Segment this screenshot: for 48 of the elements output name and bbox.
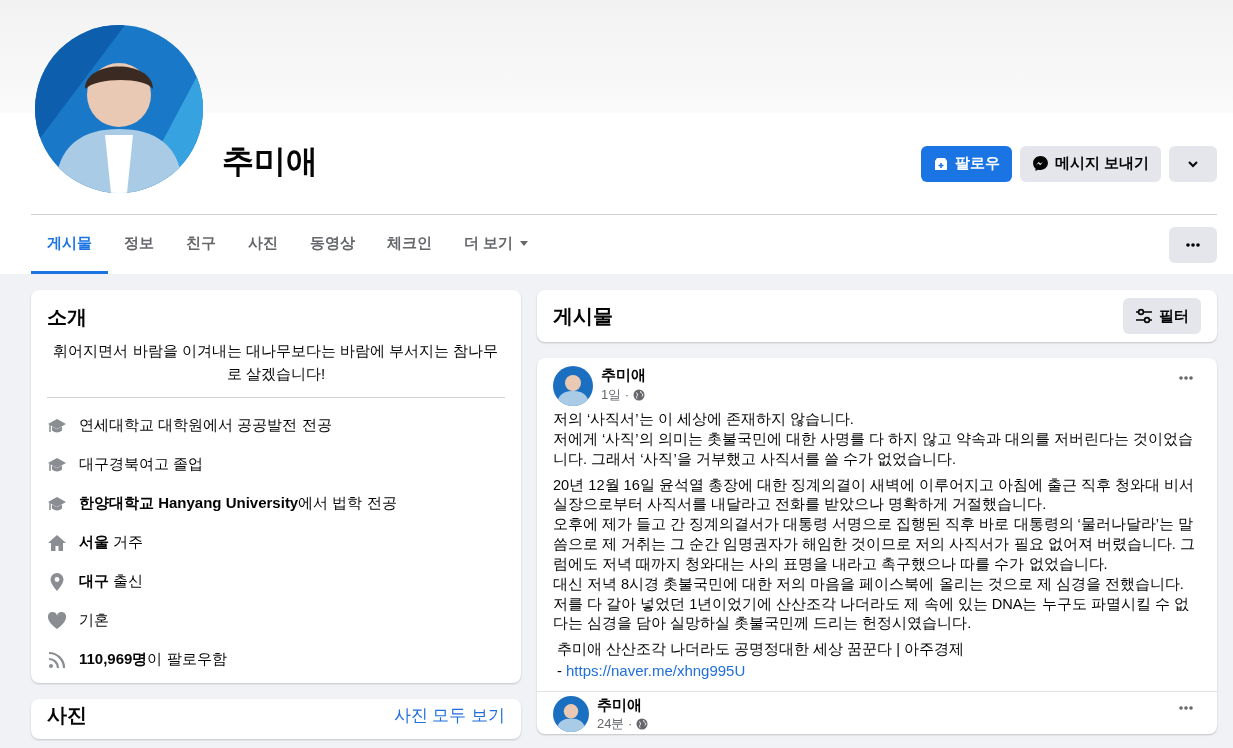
intro-text: 서울 거주 <box>79 532 144 553</box>
profile-tab[interactable]: 체크인 <box>371 215 448 274</box>
intro-text: 대구 출신 <box>79 571 144 592</box>
profile-tab[interactable]: 정보 <box>108 215 170 274</box>
author-name[interactable]: 추미애 <box>601 366 646 385</box>
more-icon <box>1185 242 1201 247</box>
avatar <box>553 366 593 406</box>
filter-icon <box>1135 308 1153 324</box>
heart-icon <box>47 610 67 631</box>
more-button[interactable] <box>1169 226 1217 263</box>
link-prefix: - <box>557 661 562 682</box>
avatar <box>553 695 589 732</box>
follow-icon <box>932 155 949 172</box>
post-time[interactable]: 24분 · <box>597 714 633 734</box>
profile-name: 추미애 <box>222 141 318 181</box>
more-icon <box>1178 705 1194 710</box>
rss-icon <box>47 649 67 670</box>
more-tab[interactable]: 더 보기 <box>448 215 546 274</box>
section-title: 사진 <box>47 703 87 727</box>
bio-text: 휘어지면서 바람을 이겨내는 대나무보다는 바람에 부서지는 참나무로 살겠습니다! <box>47 340 505 398</box>
more-icon <box>1178 376 1194 380</box>
section-title: 게시물 <box>553 304 613 329</box>
home-icon <box>47 532 67 553</box>
intro-text: 한양대학교 Hanyang University에서 법학 전공 <box>79 493 397 514</box>
intro-text: 연세대학교 대학원에서 공공발전 전공 <box>79 415 332 436</box>
post-text: 저의 ‘사직서’는 이 세상에 존재하지 않습니다. 저에게 ‘사직’의 의미는 촛불국민에 대한 사명를 다 하지 않고 약속과 대의를 저버린다는 것이었습니다. 그래서 ‘사직’을 거부했고 사직서를 쓸 수가 없었습니다. <box>553 410 1195 469</box>
messenger-icon <box>1031 155 1049 172</box>
post-link[interactable]: https://naver.me/xhng995U <box>566 660 746 683</box>
profile-tab[interactable]: 게시물 <box>31 215 108 274</box>
link-title: 추미애 산산조각 나더라도 공명정대한 세상 꿈꾼다 | 아주경제 <box>556 640 966 660</box>
section-title: 소개 <box>47 305 88 330</box>
see-all-photos-link[interactable]: 사진 모두 보기 <box>393 703 505 729</box>
message-button[interactable]: 메시지 보내기 <box>1019 145 1161 182</box>
intro-text: 대구경북여고 졸업 <box>79 454 204 475</box>
intro-text: 110,969명이 팔로우함 <box>79 649 227 670</box>
profile-tab[interactable]: 동영상 <box>294 215 371 274</box>
intro-text: 기혼 <box>79 610 109 631</box>
follow-button[interactable]: 팔로우 <box>920 145 1012 182</box>
filter-button[interactable]: 필터 <box>1123 298 1201 334</box>
post-text: 20년 12월 16일 윤석열 총장에 대한 징계의결이 새벽에 이루어지고 아침에 출근 직후 청와대 비서실장으로부터 사직서를 내달라고 전화를 받았으나 명확하게 거절했습니다. 오후에 제가 들고 간 징계의결서가 대통령 서명으로 집행된 직후 바로 대통령의 ‘물러나달라’는 말씀으로 제 거취는 그 순간 임명권자가 해임한 것이므로 저의 사직서가 필요 없어져 버렸습니다. 그럼에도 저녁 때까지 청와대는 사의 표명을 내라고 촉구했으나 따를 수가 없었습니다. 대신 저녁 8시경 촛불국민에 대한 저의 마음을 페이스북에 올리는 것으로 제 심경을 전했습니다. 저를 다 갈아 넣었던 1년이었기에 산산조각 나더라도 제 속에 있는 DNA는 누구도 파멸시킬 수 없다는 심경을 담아 실망하실 촛불국민께 드리는 헌정시였습니다. <box>553 475 1196 634</box>
post-time[interactable]: 1일 · <box>601 384 630 405</box>
profile-tab[interactable]: 사진 <box>232 215 294 274</box>
globe-icon <box>633 388 646 401</box>
profile-tab[interactable]: 친구 <box>170 215 232 274</box>
author-name[interactable]: 추미애 <box>597 695 649 715</box>
caret-icon <box>519 238 530 248</box>
globe-icon <box>636 718 649 731</box>
more-options-button[interactable] <box>1169 145 1217 182</box>
